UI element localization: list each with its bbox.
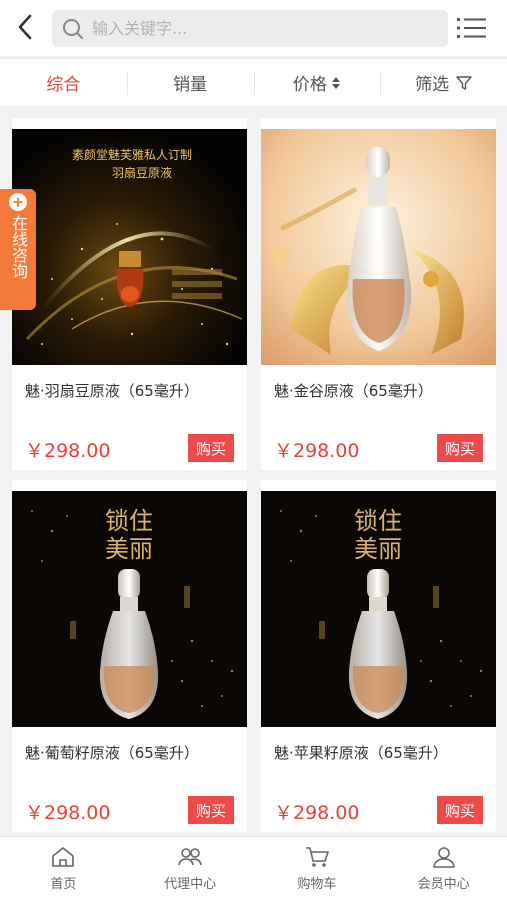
nav-member[interactable]: 会员中心 [380, 837, 507, 900]
home-icon [52, 847, 75, 867]
image-caption: 羽扇豆原液 [112, 165, 172, 180]
nav-label: 购物车 [297, 877, 337, 892]
image-caption: 锁住 [354, 507, 402, 535]
sort-comprehensive[interactable]: 综合 [0, 59, 127, 107]
cart-icon [305, 847, 329, 867]
online-consult-button[interactable]: + 在线咨询 [0, 189, 36, 310]
product-card[interactable]: 锁住 美丽 魅·葡萄籽原液（65毫升） ￥298.00 购买 [12, 480, 247, 832]
image-caption: 美丽 [354, 535, 402, 563]
member-icon [432, 847, 455, 868]
product-card[interactable]: 锁住 美丽 魅·苹果籽原液（65毫升） ￥298.00 购买 [261, 480, 496, 832]
image-caption: 美丽 [105, 535, 153, 563]
image-caption: 素颜堂魅芙雅私人订制 [72, 147, 192, 162]
search-box[interactable] [52, 10, 448, 47]
filter-icon [456, 75, 472, 90]
bottom-nav: 首页 代理中心 购物车 会员中心 [0, 836, 507, 900]
nav-agents[interactable]: 代理中心 [127, 837, 254, 900]
product-card[interactable]: 魅·金谷原液（65毫升） ￥298.00 购买 [261, 118, 496, 470]
sort-filter[interactable]: 筛选 [380, 59, 507, 107]
product-price: ￥298.00 [25, 802, 111, 824]
consult-label: 在线咨询 [9, 215, 28, 279]
buy-button[interactable]: 购买 [437, 796, 483, 824]
product-image[interactable]: 素颜堂魅芙雅私人订制 羽扇豆原液 [12, 129, 247, 365]
nav-label: 会员中心 [417, 877, 470, 892]
search-icon [63, 18, 84, 39]
sort-price[interactable]: 价格 [253, 59, 381, 107]
back-icon[interactable] [10, 12, 40, 42]
buy-button[interactable]: 购买 [188, 434, 234, 462]
sort-arrows-icon [331, 76, 340, 89]
buy-button[interactable]: 购买 [437, 434, 483, 462]
page: 综合 销量 价格 筛选 [0, 0, 507, 900]
nav-cart[interactable]: 购物车 [254, 837, 381, 900]
sort-label: 价格 [292, 75, 327, 95]
product-title[interactable]: 魅·羽扇豆原液（65毫升） [25, 380, 199, 401]
sort-label: 筛选 [415, 75, 450, 95]
top-bar [0, 0, 507, 56]
product-price: ￥298.00 [274, 802, 360, 824]
list-menu-icon[interactable] [455, 13, 489, 43]
agents-icon [178, 848, 202, 866]
product-title[interactable]: 魅·葡萄籽原液（65毫升） [25, 742, 199, 763]
product-image[interactable]: 锁住 美丽 [12, 491, 247, 727]
search-input[interactable] [92, 19, 392, 38]
sort-bar: 综合 销量 价格 筛选 [0, 58, 507, 106]
nav-home[interactable]: 首页 [0, 837, 127, 900]
plus-icon: + [9, 193, 27, 211]
product-image[interactable]: 锁住 美丽 [261, 491, 496, 727]
buy-button[interactable]: 购买 [188, 796, 234, 824]
product-title[interactable]: 魅·金谷原液（65毫升） [274, 380, 433, 401]
sort-label: 销量 [173, 75, 208, 95]
nav-label: 首页 [50, 877, 77, 892]
image-caption: 锁住 [105, 507, 153, 535]
sort-label: 综合 [46, 75, 81, 95]
product-price: ￥298.00 [274, 440, 360, 462]
nav-label: 代理中心 [164, 877, 217, 892]
product-price: ￥298.00 [25, 440, 111, 462]
sort-sales[interactable]: 销量 [126, 59, 254, 107]
product-card[interactable]: 素颜堂魅芙雅私人订制 羽扇豆原液 魅·羽扇豆原液（65毫升） ￥298.00 购… [12, 118, 247, 470]
product-image[interactable] [261, 129, 496, 365]
product-title[interactable]: 魅·苹果籽原液（65毫升） [274, 742, 448, 763]
